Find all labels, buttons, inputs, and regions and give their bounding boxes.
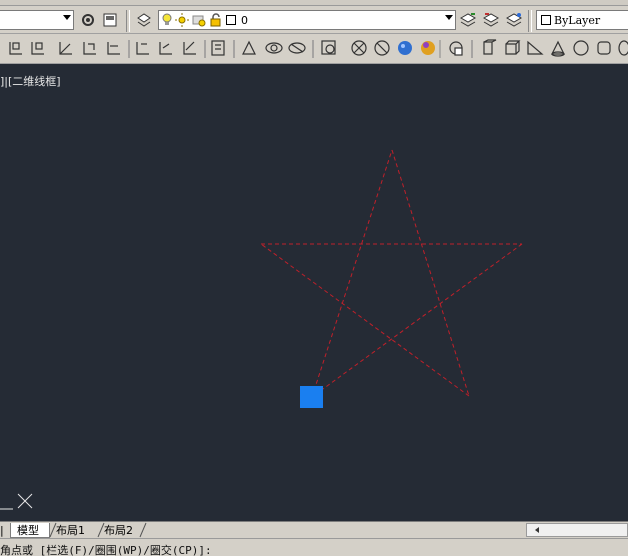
bulb-icon[interactable] [161, 13, 173, 27]
autocad-window: 0 ByLayer]|[二维线框] | 模型 布局1 布局2 角点或 [栏选(… [0, 0, 628, 556]
drawing-svg [0, 149, 523, 510]
star-edge[interactable] [311, 149, 393, 398]
layer-manager-icon[interactable] [134, 10, 154, 30]
toolbar-separator [528, 10, 532, 32]
visual-style-conceptual-icon[interactable] [421, 41, 435, 55]
match-layer-icon[interactable] [504, 10, 524, 30]
orbit-icon[interactable] [265, 42, 283, 54]
visual-style-realistic-icon[interactable] [398, 41, 412, 55]
ucs-icon[interactable] [9, 42, 22, 55]
chevron-down-icon[interactable] [445, 15, 453, 20]
drawing-area[interactable]: ]|[二维线框] [0, 64, 628, 521]
cone-icon[interactable] [551, 40, 565, 57]
polysolid-icon[interactable] [483, 39, 497, 55]
viewport-freeze-icon[interactable] [192, 13, 206, 27]
toolbar-row-1: 0 ByLayer [0, 6, 628, 34]
color-square-icon [541, 15, 551, 25]
layer-state-icon[interactable] [458, 10, 478, 30]
ucs-icon[interactable] [31, 42, 44, 55]
orbit-icon[interactable] [288, 42, 306, 54]
command-line[interactable]: 角点或 [栏选(F)/圈围(WP)/圈交(CP)]: [0, 538, 628, 556]
ucs-icon[interactable] [83, 42, 96, 55]
star-edge[interactable] [260, 243, 470, 397]
ucs-icon[interactable] [136, 42, 149, 55]
scroll-left-arrow-icon[interactable] [535, 527, 539, 533]
toolbar-row-2-icons [9, 39, 628, 58]
visual-style-wireframe-icon[interactable] [351, 40, 367, 56]
horizontal-scrollbar[interactable] [526, 523, 628, 537]
orbit-icon[interactable] [242, 40, 256, 55]
layer-previous-icon[interactable] [481, 10, 501, 30]
visual-style-hidden-icon[interactable] [374, 40, 390, 56]
sphere-icon[interactable] [573, 40, 589, 56]
ucs-icon[interactable] [107, 42, 120, 55]
wedge-icon[interactable] [527, 40, 544, 55]
workspace-icon[interactable] [100, 10, 120, 30]
ucs-axis-icon [0, 493, 33, 510]
color-combo-value: ByLayer [554, 14, 601, 27]
layer-combo[interactable]: 0 [158, 10, 456, 30]
selection-grip[interactable] [300, 386, 323, 408]
command-prompt-text: 角点或 [栏选(F)/圈围(WP)/圈交(CP)]: [0, 544, 212, 556]
torus-icon[interactable] [618, 40, 628, 56]
color-combo[interactable]: ByLayer [536, 10, 628, 30]
visual-style-2d-icon[interactable] [321, 40, 336, 55]
chevron-down-icon[interactable] [63, 15, 71, 20]
sun-icon[interactable] [175, 13, 189, 27]
cylinder-icon[interactable] [597, 41, 611, 55]
toolbar-separator [126, 10, 130, 32]
ucs-icon[interactable] [183, 41, 196, 55]
ucs-icon[interactable] [59, 42, 72, 55]
layer-combo-value: 0 [241, 14, 248, 27]
visual-style-manager-icon[interactable] [449, 41, 463, 56]
box-icon[interactable] [505, 40, 521, 55]
star-edge[interactable] [391, 149, 470, 397]
star-edge[interactable] [311, 243, 523, 398]
toolbar-row-2 [0, 34, 628, 64]
gear-icon[interactable] [78, 10, 98, 30]
ucs-icon[interactable] [159, 42, 172, 55]
tab-dividers [49, 522, 147, 538]
ucs-manager-icon[interactable] [211, 40, 225, 56]
color-square-icon [226, 15, 236, 25]
lock-icon[interactable] [209, 13, 223, 27]
workspace-combo[interactable] [0, 10, 74, 30]
